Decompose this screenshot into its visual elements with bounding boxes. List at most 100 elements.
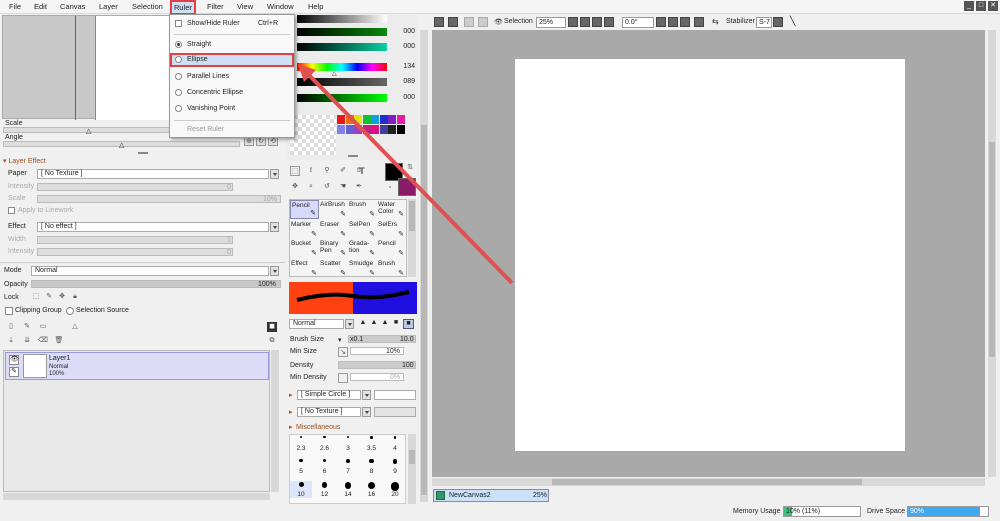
intensity-slider[interactable]: [37, 183, 233, 191]
color-swatch[interactable]: [362, 115, 371, 124]
brush-texture-dropdown[interactable]: [362, 407, 371, 417]
rect-select-icon[interactable]: ⬚: [290, 166, 300, 176]
brush-size-preset[interactable]: 2.6: [314, 435, 336, 452]
zoom-icon[interactable]: ⌕: [306, 182, 316, 192]
canvas-vscroll[interactable]: [988, 30, 996, 477]
color-slider-row[interactable]: [289, 15, 415, 25]
brush-shape-strength[interactable]: [374, 390, 416, 400]
menu-filter[interactable]: Filter: [207, 2, 224, 11]
shape-expand-arrow-icon[interactable]: ▸: [289, 391, 293, 399]
zoom-select[interactable]: 25%: [536, 17, 566, 28]
menu-ruler[interactable]: Ruler: [170, 0, 196, 15]
layer-effect-icon[interactable]: △: [70, 322, 80, 332]
show-hide-ruler-item[interactable]: Show/Hide Ruler Ctrl+R: [170, 17, 294, 31]
brush-size-preset[interactable]: 3.5: [361, 435, 383, 452]
tool-slot[interactable]: Scatter ✎: [319, 259, 348, 278]
brush-blend-dropdown[interactable]: [345, 319, 354, 329]
ruler-straight-item[interactable]: Straight: [170, 38, 294, 52]
tool-slot[interactable]: Eraser ✎: [319, 220, 348, 239]
tool-slot[interactable]: Effect ✎: [290, 259, 319, 278]
secondary-color-swatch[interactable]: [398, 178, 416, 196]
rotate-cw-button[interactable]: [668, 17, 678, 27]
color-scratchpad[interactable]: [290, 115, 336, 155]
brush-presets-scrollbar[interactable]: [408, 434, 416, 504]
tool-slot[interactable]: Pencil ✎: [377, 239, 406, 258]
new-layer-icon[interactable]: ▯: [6, 322, 16, 332]
color-swatch[interactable]: [345, 115, 354, 124]
menu-window[interactable]: Window: [267, 2, 294, 11]
tool-grid-scrollbar[interactable]: [408, 199, 416, 277]
redo-icon[interactable]: [448, 17, 458, 27]
apply-linework-checkbox[interactable]: [8, 207, 15, 214]
brush-size-preset[interactable]: 16: [361, 481, 383, 498]
misc-expand-arrow-icon[interactable]: ▸: [289, 423, 293, 431]
restore-button[interactable]: □: [976, 1, 986, 11]
straight-line-icon[interactable]: ╲: [790, 16, 795, 27]
rotate-ccw-button[interactable]: [656, 17, 666, 27]
zoom-out-button[interactable]: [580, 17, 590, 27]
texture-scale-slider[interactable]: [37, 195, 281, 203]
tool-slot[interactable]: Brush ✎: [377, 259, 406, 278]
color-swatch[interactable]: [379, 115, 388, 124]
zoom-in-button[interactable]: [592, 17, 602, 27]
move-icon[interactable]: ✥: [290, 182, 300, 192]
brush-size-preset[interactable]: 6: [314, 458, 336, 475]
layer-settings-icon[interactable]: ◼: [267, 322, 277, 332]
color-swatch[interactable]: [371, 115, 379, 124]
color-swatch[interactable]: [337, 115, 345, 124]
brush-size-preset[interactable]: 10: [290, 481, 312, 498]
min-density-pressure-icon[interactable]: [338, 373, 348, 383]
color-swatch[interactable]: [345, 125, 354, 134]
lock-paint-icon[interactable]: ✎: [44, 292, 54, 302]
palette-scrollbar[interactable]: [420, 30, 428, 502]
delete-layer-icon[interactable]: 🗑︎: [54, 336, 64, 346]
shape-square-icon[interactable]: ■: [403, 319, 414, 329]
color-swatch[interactable]: [379, 125, 388, 134]
layer-copy-icon[interactable]: ⧉: [267, 336, 277, 346]
menu-help[interactable]: Help: [308, 2, 323, 11]
color-swatch[interactable]: [354, 125, 362, 134]
color-swatch[interactable]: [388, 115, 396, 124]
undo-icon[interactable]: [434, 17, 444, 27]
brush-size-preset[interactable]: 7: [337, 458, 359, 475]
color-swatch[interactable]: [396, 125, 405, 134]
brush-size-preset[interactable]: 3: [337, 435, 359, 452]
brush-shape-dropdown[interactable]: [362, 390, 371, 400]
layer-effect-header[interactable]: ▾ Layer Effect: [3, 157, 46, 165]
zoom-reset-button[interactable]: [604, 17, 614, 27]
color-swatch[interactable]: [388, 125, 396, 134]
pan-icon[interactable]: ☚: [338, 182, 348, 192]
effect-intensity-slider[interactable]: [37, 248, 233, 256]
ruler-ellipse-item[interactable]: Ellipse: [170, 53, 294, 67]
hue-slider[interactable]: 134: [289, 63, 415, 73]
merge-down-icon[interactable]: ⇊: [22, 336, 32, 346]
menu-view[interactable]: View: [237, 2, 253, 11]
stabilizer-select[interactable]: S-7: [756, 17, 772, 28]
panel-splitter[interactable]: [348, 155, 358, 157]
pencil-icon[interactable]: ✎: [9, 367, 19, 377]
close-button[interactable]: ✕: [988, 1, 998, 11]
palette-scroll-thumb[interactable]: [421, 125, 427, 495]
transparent-color-icon[interactable]: ▫: [385, 183, 395, 193]
layer-list-scrollbar[interactable]: [271, 350, 279, 492]
layer-row[interactable]: 👁︎ ✎ Layer1 Normal 100%: [5, 352, 269, 380]
magic-wand-icon[interactable]: ⚲: [322, 166, 332, 176]
color-swatch[interactable]: [396, 115, 405, 124]
lock-transparency-icon[interactable]: ⬚: [31, 292, 41, 302]
shape-medium-icon[interactable]: ▲: [369, 319, 379, 329]
rotate-icon[interactable]: ↺: [322, 182, 332, 192]
color-swatch[interactable]: [371, 125, 379, 134]
transfer-down-icon[interactable]: ⇣: [6, 336, 16, 346]
shape-soft-icon[interactable]: ▲: [358, 319, 368, 329]
tool-slot[interactable]: Brush ✎: [348, 200, 377, 219]
new-linework-layer-icon[interactable]: ✎: [22, 322, 32, 332]
paper-texture-select[interactable]: [ No Texture ]: [37, 169, 269, 179]
color-swatch[interactable]: [354, 115, 362, 124]
brush-size-dropdown-icon[interactable]: ▾: [338, 336, 342, 344]
blend-mode-select[interactable]: Normal: [31, 266, 269, 276]
brush-texture-strength[interactable]: [374, 407, 416, 417]
brush-size-preset[interactable]: 5: [290, 458, 312, 475]
shape-flat-icon[interactable]: ■: [391, 319, 401, 329]
brush-size-preset[interactable]: 8: [361, 458, 383, 475]
brush-texture-select[interactable]: [ No Texture ]: [297, 407, 361, 417]
